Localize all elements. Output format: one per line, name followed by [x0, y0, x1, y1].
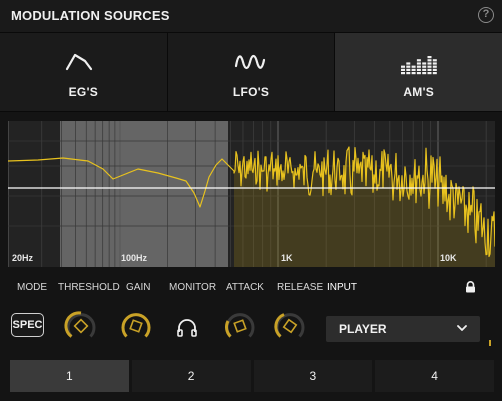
spectrum-analyzer[interactable]: 20Hz 100Hz 1K 10K: [8, 121, 495, 267]
input-select-value: PLAYER: [339, 322, 387, 336]
chevron-down-icon: [457, 325, 467, 331]
tab-label: LFO'S: [232, 85, 270, 99]
slot-button-3[interactable]: 3: [253, 360, 373, 392]
freq-label-10k: 10K: [440, 253, 457, 263]
spectrum-graph: [8, 121, 495, 267]
lock-icon[interactable]: [465, 281, 476, 293]
tab-lfos[interactable]: LFO'S: [167, 33, 336, 111]
freq-label-100hz: 100Hz: [121, 253, 148, 263]
label-mode: MODE: [17, 282, 47, 293]
selection-band: [60, 121, 228, 267]
source-tabs: EG'S LFO'S AM'S: [0, 32, 502, 112]
freq-label-20hz: 20Hz: [12, 253, 34, 263]
attack-knob[interactable]: [222, 310, 258, 342]
threshold-knob[interactable]: [63, 310, 99, 342]
label-release: RELEASE: [277, 282, 324, 293]
freq-label-1k: 1K: [281, 253, 293, 263]
tab-ams[interactable]: AM'S: [335, 33, 502, 111]
slot-button-1[interactable]: 1: [10, 360, 129, 392]
tab-label: EG'S: [68, 85, 99, 99]
panel-title: MODULATION SOURCES: [11, 8, 170, 23]
label-monitor: MONITOR: [169, 282, 217, 293]
envelope-icon: [66, 53, 93, 71]
label-gain: GAIN: [126, 282, 151, 293]
control-labels: MODE THRESHOLD GAIN MONITOR ATTACK RELEA…: [0, 282, 502, 296]
lfo-wave-icon: [234, 54, 266, 70]
input-select[interactable]: PLAYER: [326, 316, 480, 342]
label-input: INPUT: [327, 282, 357, 293]
label-attack: ATTACK: [226, 282, 264, 293]
slot-selector: 1 2 3 4: [10, 360, 494, 392]
release-knob[interactable]: [272, 310, 308, 342]
gain-knob[interactable]: [118, 310, 154, 342]
slot-button-2[interactable]: 2: [131, 360, 251, 392]
tab-label: AM'S: [403, 85, 435, 99]
tab-egs[interactable]: EG'S: [0, 33, 168, 111]
help-icon[interactable]: ?: [478, 7, 494, 23]
meter-bars-icon: [400, 56, 437, 75]
label-threshold: THRESHOLD: [58, 282, 120, 293]
mode-spec-button[interactable]: SPEC: [11, 313, 44, 337]
monitor-headphones-icon[interactable]: [176, 318, 198, 338]
scroll-indicator: [489, 340, 491, 346]
panel-header: MODULATION SOURCES ?: [0, 0, 502, 32]
slot-button-4[interactable]: 4: [375, 360, 494, 392]
